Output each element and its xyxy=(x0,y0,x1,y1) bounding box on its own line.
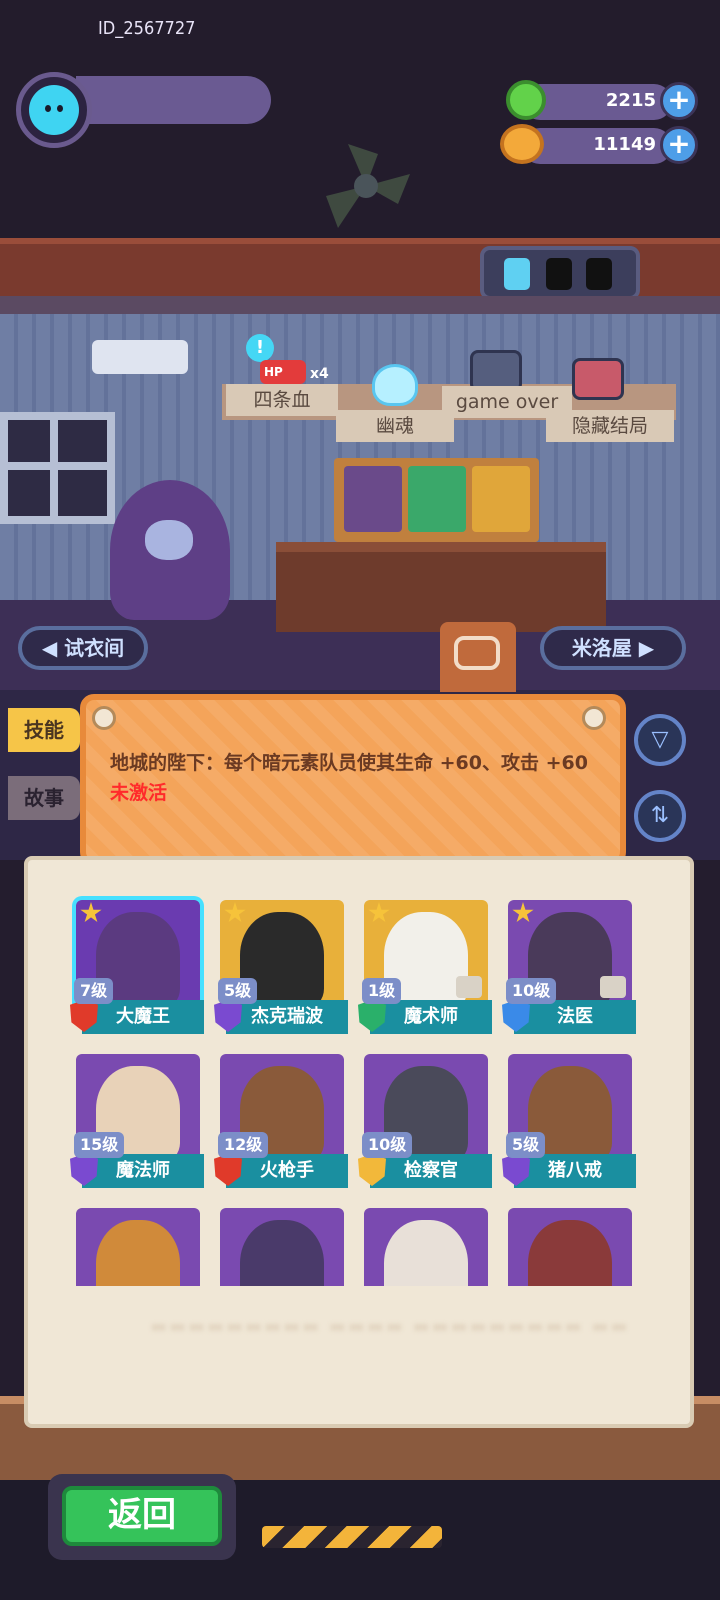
chat-icon xyxy=(454,636,500,670)
energy-slots[interactable] xyxy=(480,246,640,300)
character-card[interactable]: 火枪手 12级 xyxy=(214,1046,350,1196)
outfit-icon xyxy=(600,976,626,998)
character-level: 5级 xyxy=(506,1132,546,1158)
milo-house-button[interactable]: 米洛屋 ▶ xyxy=(540,626,686,670)
costume-slot-1[interactable] xyxy=(344,466,402,532)
tab-skill[interactable]: 技能 xyxy=(8,708,80,752)
character-level: 10级 xyxy=(506,978,557,1004)
character-card[interactable] xyxy=(214,1200,350,1286)
coin-value: 11149 xyxy=(593,134,656,155)
projector-icon xyxy=(92,340,188,374)
filter-icon: ▽ xyxy=(651,727,669,752)
ending-four-hp[interactable]: 四条血 xyxy=(226,384,338,416)
character-level: 5级 xyxy=(218,978,258,1004)
gold-coin-icon xyxy=(500,124,544,164)
hp-battery-icon: HP xyxy=(260,360,306,384)
character-level: 12级 xyxy=(218,1132,269,1158)
avatar-frame[interactable] xyxy=(16,72,92,148)
character-name: 魔术师 xyxy=(370,1000,492,1034)
character-card[interactable]: 猪八戒 5级 xyxy=(502,1046,638,1196)
add-gems-button[interactable]: + xyxy=(660,82,698,120)
character-card[interactable] xyxy=(358,1200,494,1286)
fitting-room-button[interactable]: ◀ 试衣间 xyxy=(18,626,148,670)
character-card[interactable] xyxy=(70,1200,206,1286)
character-name: 大魔王 xyxy=(82,1000,204,1034)
character-name: 魔法师 xyxy=(82,1154,204,1188)
character-name: 检察官 xyxy=(370,1154,492,1188)
character-card[interactable]: 法医 10级 xyxy=(502,892,638,1042)
shelf-trim xyxy=(0,296,720,314)
hp-count: x4 xyxy=(310,366,329,382)
blurred-text: ▬▬▬▬▬▬▬▬▬ ▬▬▬▬ ▬▬▬▬▬▬▬▬▬ ▬▬ xyxy=(150,1316,630,1337)
energy-full-icon xyxy=(504,258,530,290)
character-level: 10级 xyxy=(362,1132,413,1158)
costume-slot-3[interactable] xyxy=(472,466,530,532)
sort-button[interactable]: ⇅ xyxy=(634,790,686,842)
green-gem-icon xyxy=(506,80,546,120)
character-level: 15级 xyxy=(74,1132,125,1158)
fan-icon xyxy=(326,144,410,228)
player-id: ID_2567727 xyxy=(98,18,196,39)
player-profile[interactable] xyxy=(16,72,271,148)
character-name: 法医 xyxy=(514,1000,636,1034)
sort-icon: ⇅ xyxy=(650,803,670,828)
costume-frame[interactable] xyxy=(334,458,539,542)
back-button[interactable]: 返回 xyxy=(62,1486,222,1546)
filter-button[interactable]: ▽ xyxy=(634,714,686,766)
character-name: 猪八戒 xyxy=(514,1154,636,1188)
character-card[interactable]: 魔法师 15级 xyxy=(70,1046,206,1196)
avatar-cat-icon xyxy=(29,85,79,135)
skill-description: 地城的陛下：每个暗元素队员使其生命 +60、攻击 +60 未激活 xyxy=(110,748,600,808)
character-level: 1级 xyxy=(362,978,402,1004)
character-level: 7级 xyxy=(74,978,114,1004)
room-character-face xyxy=(145,520,193,560)
outfit-icon xyxy=(456,976,482,998)
energy-empty-icon xyxy=(586,258,612,290)
pin-icon xyxy=(582,706,606,730)
costume-slot-2[interactable] xyxy=(408,466,466,532)
id-pill xyxy=(76,76,271,124)
hazard-stripe xyxy=(262,1526,442,1548)
energy-empty-icon xyxy=(546,258,572,290)
tab-story[interactable]: 故事 xyxy=(8,776,80,820)
info-icon[interactable]: ! xyxy=(246,334,274,362)
skill-text: 地城的陛下：每个暗元素队员使其生命 +60、攻击 +60 xyxy=(110,752,588,774)
pin-icon xyxy=(92,706,116,730)
hidden-ending-tv-icon xyxy=(572,358,624,400)
gem-value: 2215 xyxy=(605,90,656,111)
character-name: 杰克瑞波 xyxy=(226,1000,348,1034)
character-card[interactable]: 大魔王 7级 xyxy=(70,892,206,1042)
character-card[interactable] xyxy=(502,1200,638,1286)
desk xyxy=(276,542,606,632)
skill-status: 未激活 xyxy=(110,782,168,804)
character-card[interactable]: 杰克瑞波 5级 xyxy=(214,892,350,1042)
character-name: 火枪手 xyxy=(226,1154,348,1188)
ending-ghost[interactable]: 幽魂 xyxy=(336,410,454,442)
add-coins-button[interactable]: + xyxy=(660,126,698,164)
ending-hidden[interactable]: 隐藏结局 xyxy=(546,410,674,442)
window xyxy=(0,412,115,524)
character-card[interactable]: 检察官 10级 xyxy=(358,1046,494,1196)
ghost-skull-icon xyxy=(372,364,418,406)
character-card[interactable]: 魔术师 1级 xyxy=(358,892,494,1042)
